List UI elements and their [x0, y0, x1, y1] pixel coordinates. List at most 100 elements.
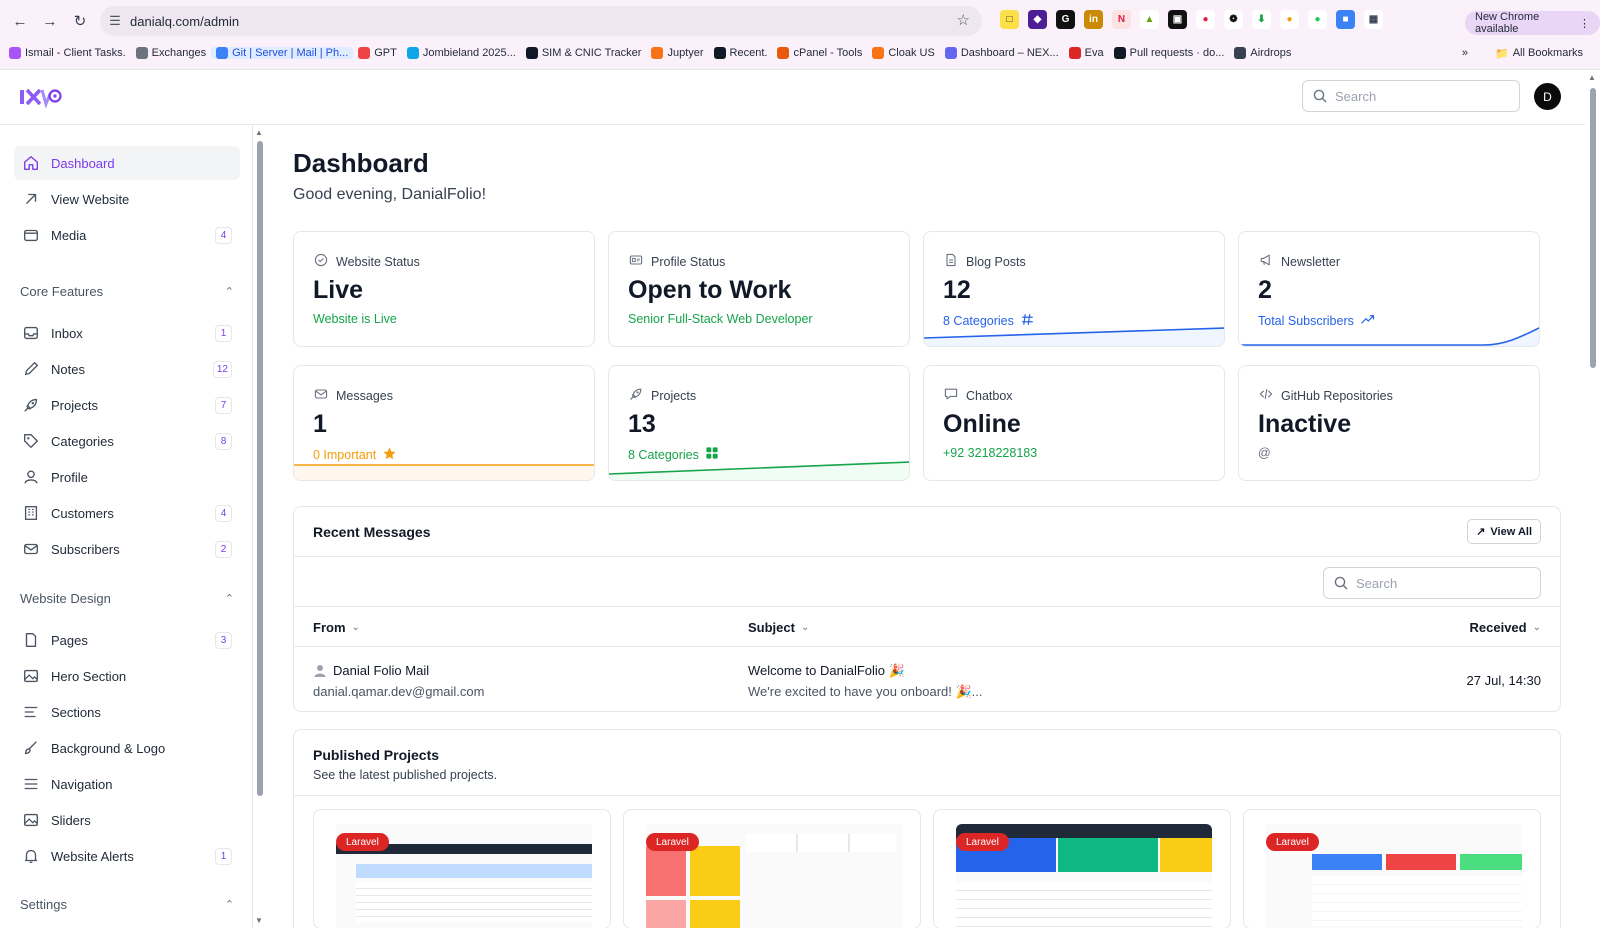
- scroll-up-icon[interactable]: ▲: [1588, 73, 1596, 82]
- sidebar-item-label: Sections: [51, 704, 101, 720]
- section-core-features[interactable]: Core Features ⌃: [20, 282, 240, 300]
- sidebar-item-sliders[interactable]: Sliders: [14, 803, 240, 837]
- bookmark-item[interactable]: Git | Server | Mail | Ph...: [211, 47, 354, 59]
- extension-icon[interactable]: ■: [1336, 10, 1355, 29]
- chevron-up-icon[interactable]: ⌃: [225, 898, 234, 911]
- extension-icon[interactable]: in: [1084, 10, 1103, 29]
- address-bar[interactable]: ☰ danialq.com/admin ☆: [100, 6, 982, 36]
- stat-card-profile-status[interactable]: Profile Status Open to Work Senior Full-St…: [608, 231, 910, 347]
- puzzle-icon[interactable]: ▦: [1364, 10, 1383, 29]
- header-search-input[interactable]: Search: [1302, 80, 1520, 112]
- reload-icon[interactable]: ↻: [68, 9, 92, 33]
- avatar[interactable]: D: [1534, 83, 1561, 110]
- bookmark-item[interactable]: Recent.: [709, 47, 773, 59]
- section-website-design[interactable]: Website Design ⌃: [20, 589, 240, 607]
- bookmark-item[interactable]: Cloak US: [867, 47, 939, 59]
- scroll-up-icon[interactable]: ▲: [255, 128, 263, 137]
- chevron-down-icon: ⌄: [1532, 622, 1541, 633]
- more-bookmarks-icon[interactable]: »: [1462, 47, 1468, 59]
- extension-icon[interactable]: ▣: [1168, 10, 1187, 29]
- column-header-from[interactable]: From ⌄: [313, 620, 360, 635]
- sidebar-item-categories[interactable]: Categories 8: [14, 424, 240, 458]
- extension-icon[interactable]: ❁: [1224, 10, 1243, 29]
- project-card[interactable]: Laravel: [1243, 809, 1541, 928]
- messages-search-placeholder: Search: [1356, 575, 1398, 591]
- header-search-placeholder: Search: [1335, 88, 1377, 104]
- sidebar-item-view-website[interactable]: View Website: [14, 182, 240, 216]
- all-bookmarks-button[interactable]: 📁 All Bookmarks: [1490, 47, 1588, 60]
- bookmark-item[interactable]: Exchanges: [131, 47, 211, 59]
- sidebar-item-profile[interactable]: Profile: [14, 460, 240, 494]
- stat-card-label-row: GitHub Repositories: [1258, 386, 1393, 405]
- site-logo[interactable]: [18, 84, 62, 113]
- page-scroll-thumb[interactable]: [1590, 88, 1596, 368]
- extension-icon[interactable]: ▲: [1140, 10, 1159, 29]
- scroll-down-icon[interactable]: ▼: [255, 916, 263, 925]
- extension-icon[interactable]: ●: [1196, 10, 1215, 29]
- bookmark-item[interactable]: Juptyer: [646, 47, 708, 59]
- home-icon: [21, 153, 41, 173]
- bookmark-item[interactable]: Dashboard – NEX...: [940, 47, 1064, 59]
- stat-card-website-status[interactable]: Website Status Live Website is Live: [293, 231, 595, 347]
- bookmark-item[interactable]: Pull requests · do...: [1109, 47, 1230, 59]
- sidebar-item-media[interactable]: Media 4: [14, 218, 240, 252]
- stat-card-github-repositories[interactable]: GitHub Repositories Inactive @: [1238, 365, 1540, 481]
- sidebar-scrollbar[interactable]: ▲ ▼: [253, 125, 266, 928]
- bookmark-item[interactable]: cPanel - Tools: [772, 47, 867, 59]
- address-url[interactable]: danialq.com/admin: [130, 14, 239, 29]
- sidebar-item-customers[interactable]: Customers 4: [14, 496, 240, 530]
- page-icon: [21, 630, 41, 650]
- messages-search-input[interactable]: Search: [1323, 567, 1541, 599]
- sidebar-item-label: Hero Section: [51, 668, 127, 684]
- bookmark-star-icon[interactable]: ☆: [957, 11, 970, 29]
- chevron-up-icon[interactable]: ⌃: [225, 285, 234, 298]
- sidebar-item-projects[interactable]: Projects 7: [14, 388, 240, 422]
- extension-icon[interactable]: □: [1000, 10, 1019, 29]
- section-settings[interactable]: Settings ⌃: [20, 895, 240, 913]
- sidebar-item-sections[interactable]: Sections: [14, 695, 240, 729]
- back-icon[interactable]: ←: [8, 9, 32, 33]
- sidebar-item-inbox[interactable]: Inbox 1: [14, 316, 240, 350]
- sidebar-item-navigation[interactable]: Navigation: [14, 767, 240, 801]
- forward-icon[interactable]: →: [38, 9, 62, 33]
- project-card[interactable]: Laravel: [933, 809, 1231, 928]
- bookmark-item[interactable]: Airdrops: [1229, 47, 1296, 59]
- document-icon: [943, 252, 959, 271]
- bookmark-item[interactable]: GPT: [353, 47, 402, 59]
- stat-card-projects[interactable]: Projects 13 8 Categories: [608, 365, 910, 481]
- stat-card-messages[interactable]: Messages 1 0 Important: [293, 365, 595, 481]
- sidebar-item-label: Pages: [51, 632, 88, 648]
- column-header-subject[interactable]: Subject ⌄: [748, 620, 809, 635]
- bookmark-item[interactable]: Jombieland 2025...: [402, 47, 521, 59]
- sidebar-item-notes[interactable]: Notes 12: [14, 352, 240, 386]
- chevron-up-icon[interactable]: ⌃: [225, 592, 234, 605]
- extension-icon[interactable]: N: [1112, 10, 1131, 29]
- sidebar-item-hero-section[interactable]: Hero Section: [14, 659, 240, 693]
- extension-icon[interactable]: ●: [1280, 10, 1299, 29]
- sidebar-scroll-thumb[interactable]: [257, 141, 263, 796]
- bookmark-item[interactable]: Ismail - Client Tasks.: [4, 47, 131, 59]
- extension-icon[interactable]: ●: [1308, 10, 1327, 29]
- stat-card-chatbox[interactable]: Chatbox Online +92 3218228183: [923, 365, 1225, 481]
- stat-card-newsletter[interactable]: Newsletter 2 Total Subscribers: [1238, 231, 1540, 347]
- site-info-icon[interactable]: ☰: [100, 13, 130, 29]
- page-scrollbar[interactable]: ▲: [1585, 70, 1600, 928]
- sidebar-item-background-logo[interactable]: Background & Logo: [14, 731, 240, 765]
- project-card[interactable]: Laravel: [623, 809, 921, 928]
- extension-icon[interactable]: ⬇: [1252, 10, 1271, 29]
- stat-card-blog-posts[interactable]: Blog Posts 12 8 Categories: [923, 231, 1225, 347]
- extension-icon[interactable]: G: [1056, 10, 1075, 29]
- sidebar-item-pages[interactable]: Pages 3: [14, 623, 240, 657]
- sidebar-item-dashboard[interactable]: Dashboard: [14, 146, 240, 180]
- sidebar-item-subscribers[interactable]: Subscribers 2: [14, 532, 240, 566]
- column-header-received[interactable]: Received ⌄: [1470, 620, 1541, 635]
- chrome-update-button[interactable]: New Chrome available ⋮: [1465, 11, 1600, 35]
- sidebar-item-website-alerts[interactable]: Website Alerts 1: [14, 839, 240, 873]
- sparkline: [609, 461, 909, 480]
- bookmark-item[interactable]: SIM & CNIC Tracker: [521, 47, 647, 59]
- extension-icon[interactable]: ◆: [1028, 10, 1047, 29]
- view-all-button[interactable]: ↗ View All: [1467, 519, 1541, 544]
- project-card[interactable]: Laravel: [313, 809, 611, 928]
- kebab-menu-icon[interactable]: ⋮: [1579, 17, 1590, 30]
- bookmark-item[interactable]: Eva: [1064, 47, 1109, 59]
